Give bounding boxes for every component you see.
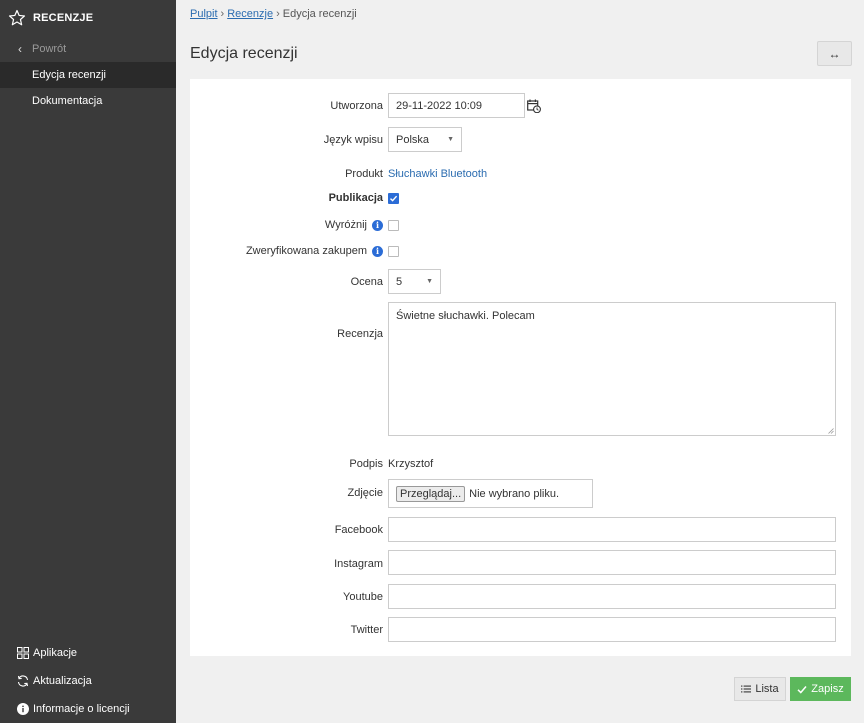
instagram-label: Instagram bbox=[334, 558, 383, 570]
file-status: Nie wybrano pliku. bbox=[469, 487, 560, 500]
sidebar-item-label: Edycja recenzji bbox=[32, 69, 106, 81]
caret-down-icon: ▼ bbox=[426, 278, 433, 285]
arrows-horizontal-icon: ↔ bbox=[828, 46, 841, 61]
verified-label: Zweryfikowana zakupem i bbox=[246, 245, 383, 257]
sidebar-bottom: Aplikacje Aktualizacja Informacje o lice… bbox=[0, 639, 176, 723]
created-date-input[interactable]: 29-11-2022 10:09 bbox=[388, 93, 525, 118]
review-textarea[interactable]: Świetne słuchawki. Polecam bbox=[388, 302, 836, 436]
language-selected-value: Polska bbox=[396, 133, 430, 146]
list-button-label: Lista bbox=[755, 683, 779, 695]
sidebar-item-label: Aplikacje bbox=[33, 647, 78, 659]
resize-handle-icon[interactable] bbox=[828, 428, 834, 434]
checkmark-icon bbox=[797, 685, 807, 694]
rating-selected-value: 5 bbox=[396, 275, 403, 288]
sidebar-back-link[interactable]: ‹ Powrót bbox=[0, 36, 176, 62]
product-link[interactable]: Słuchawki Bluetooth bbox=[388, 168, 487, 180]
grid-icon bbox=[17, 647, 29, 659]
browse-button[interactable]: Przeglądaj... bbox=[396, 485, 466, 502]
highlight-checkbox[interactable] bbox=[388, 220, 399, 231]
photo-label: Zdjęcie bbox=[347, 487, 383, 499]
breadcrumb-separator: › bbox=[276, 8, 280, 20]
verified-label-text: Zweryfikowana zakupem bbox=[245, 245, 367, 257]
page-title: Edycja recenzji bbox=[190, 45, 298, 62]
back-label: Powrót bbox=[32, 43, 67, 55]
youtube-input[interactable] bbox=[388, 584, 836, 609]
sidebar-item-aplikacje[interactable]: Aplikacje bbox=[0, 639, 176, 667]
rating-select[interactable]: 5 ▼ bbox=[388, 269, 441, 294]
instagram-input[interactable] bbox=[388, 550, 836, 575]
star-icon bbox=[8, 9, 26, 26]
language-select[interactable]: Polska ▼ bbox=[388, 127, 462, 152]
sidebar-header: RECENZJE bbox=[0, 0, 176, 36]
sidebar-item-label: Informacje o licencji bbox=[33, 703, 130, 715]
save-button[interactable]: Zapisz bbox=[790, 677, 851, 701]
sidebar: RECENZJE ‹ Powrót Edycja recenzji Dokume… bbox=[0, 0, 176, 723]
created-label: Utworzona bbox=[330, 100, 383, 112]
list-button[interactable]: Lista bbox=[734, 677, 786, 701]
signature-label: Podpis bbox=[349, 458, 383, 470]
twitter-label: Twitter bbox=[350, 624, 383, 636]
calendar-clock-icon[interactable] bbox=[527, 99, 541, 113]
verified-checkbox[interactable] bbox=[388, 246, 399, 257]
sidebar-item-aktualizacja[interactable]: Aktualizacja bbox=[0, 667, 176, 695]
review-label: Recenzja bbox=[337, 328, 383, 340]
sidebar-item-informacje-o-licencji[interactable]: Informacje o licencji bbox=[0, 695, 176, 723]
breadcrumb-link-pulpit[interactable]: Pulpit bbox=[190, 8, 218, 20]
main-content: Pulpit › Recenzje › Edycja recenzji Edycja r… bbox=[176, 0, 864, 723]
info-icon[interactable]: i bbox=[372, 245, 383, 257]
save-button-label: Zapisz bbox=[811, 683, 844, 695]
breadcrumb: Pulpit › Recenzje › Edycja recenzji bbox=[190, 8, 357, 20]
signature-value: Krzysztof bbox=[388, 458, 434, 470]
twitter-input[interactable] bbox=[388, 617, 836, 642]
highlight-label-text: Wyróżnij bbox=[324, 219, 367, 231]
sidebar-item-dokumentacja[interactable]: Dokumentacja bbox=[0, 88, 176, 114]
facebook-label: Facebook bbox=[334, 524, 383, 536]
breadcrumb-separator: › bbox=[220, 8, 225, 20]
sidebar-item-edycja-recenzji[interactable]: Edycja recenzji bbox=[0, 62, 176, 88]
highlight-label: Wyróżnij i bbox=[325, 219, 383, 231]
chevron-left-icon: ‹ bbox=[18, 42, 22, 56]
list-icon bbox=[741, 685, 752, 693]
youtube-label: Youtube bbox=[343, 591, 383, 603]
rating-label: Ocena bbox=[350, 276, 383, 288]
review-text: Świetne słuchawki. Polecam bbox=[396, 310, 535, 322]
refresh-icon bbox=[17, 675, 29, 687]
info-circle-icon bbox=[17, 703, 29, 715]
expand-width-button[interactable]: ↔ bbox=[817, 41, 852, 66]
breadcrumb-link-recenzje[interactable]: Recenzje bbox=[227, 8, 273, 20]
created-date-value: 29-11-2022 10:09 bbox=[396, 99, 483, 112]
sidebar-item-label: Dokumentacja bbox=[32, 95, 103, 107]
breadcrumb-current: Edycja recenzji bbox=[282, 8, 357, 20]
caret-down-icon: ▼ bbox=[447, 136, 454, 143]
product-label: Produkt bbox=[345, 168, 383, 180]
facebook-input[interactable] bbox=[388, 517, 836, 542]
language-label: Język wpisu bbox=[323, 134, 383, 146]
checkmark-icon bbox=[390, 195, 398, 202]
publication-label: Publikacja bbox=[328, 192, 383, 204]
photo-file-input[interactable]: Przeglądaj... Nie wybrano pliku. bbox=[388, 479, 593, 508]
form-panel: Utworzona 29-11-2022 10:09 Język wpisu P… bbox=[190, 79, 851, 656]
sidebar-title: RECENZJE bbox=[33, 12, 94, 24]
publication-checkbox[interactable] bbox=[388, 193, 399, 204]
sidebar-item-label: Aktualizacja bbox=[33, 675, 92, 687]
info-icon[interactable]: i bbox=[372, 219, 383, 231]
